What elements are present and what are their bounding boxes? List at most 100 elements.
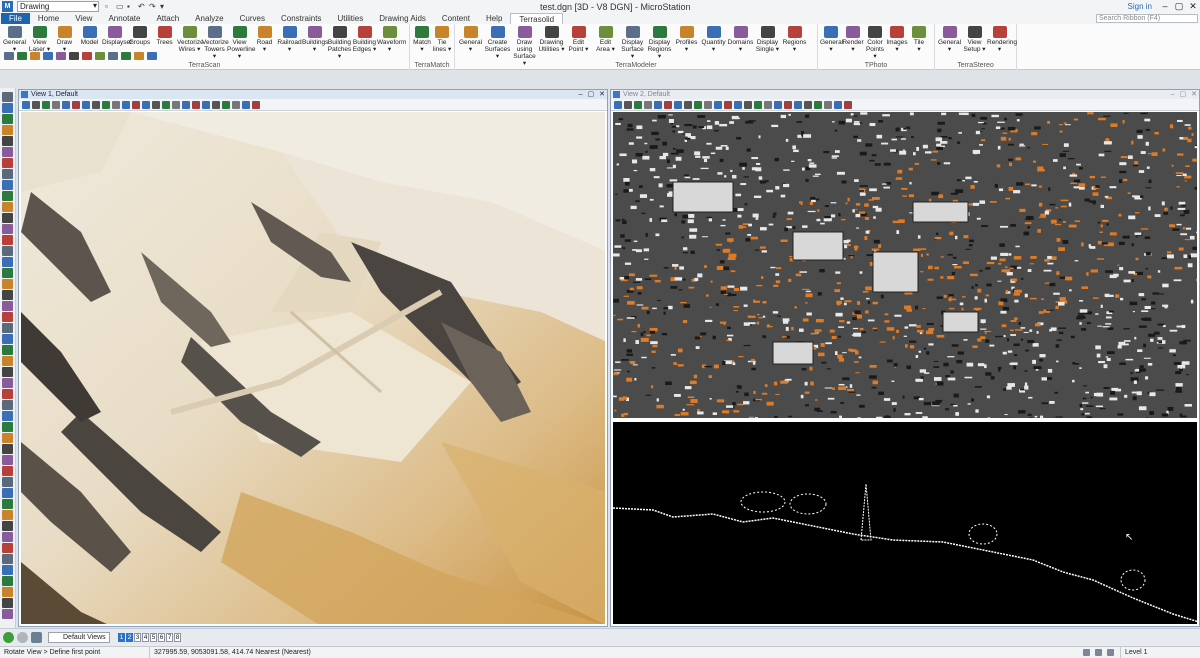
ribbon-button-edit-point[interactable]: Edit Point ▾ [565, 26, 592, 56]
view-tool-icon[interactable] [152, 101, 160, 109]
ribbon-button-building-patches[interactable]: Building Patches ▾ [327, 26, 352, 60]
palette-tool-icon[interactable] [2, 554, 13, 564]
palette-tool-icon[interactable] [2, 609, 13, 619]
view-tool-icon[interactable] [834, 101, 842, 109]
view-tool-icon[interactable] [192, 101, 200, 109]
status-level[interactable]: Level 1 [1120, 647, 1200, 658]
palette-tool-icon[interactable] [2, 169, 13, 179]
close-icon[interactable]: ✕ [1188, 1, 1198, 12]
view-2-maximize-icon[interactable]: ▢ [1180, 90, 1187, 99]
ribbon-button-road[interactable]: Road ▾ [252, 26, 277, 56]
view-tool-icon[interactable] [32, 101, 40, 109]
ribbon-button-render[interactable]: Render ▾ [842, 26, 864, 56]
view-2-profile-canvas[interactable]: ↖ [613, 422, 1197, 624]
ribbon-button-regions[interactable]: Regions ▾ [781, 26, 808, 56]
view-tool-icon[interactable] [624, 101, 632, 109]
palette-tool-icon[interactable] [2, 466, 13, 476]
view-1-maximize-icon[interactable]: ▢ [588, 90, 595, 99]
undo-icon[interactable]: ↶ [138, 2, 146, 11]
tab-drawing-aids[interactable]: Drawing Aids [371, 13, 434, 24]
small-tool-icon[interactable] [95, 52, 105, 60]
ribbon-button-view-setup[interactable]: View Setup ▾ [962, 26, 987, 56]
ribbon-button-domains[interactable]: Domains ▾ [727, 26, 754, 56]
view-tool-icon[interactable] [142, 101, 150, 109]
ribbon-button-match[interactable]: Match ▾ [412, 26, 432, 56]
view-number-8-button[interactable]: 8 [174, 633, 181, 642]
palette-tool-icon[interactable] [2, 268, 13, 278]
ribbon-button-tile[interactable]: Tile ▾ [908, 26, 930, 56]
view-tool-icon[interactable] [62, 101, 70, 109]
view-tool-icon[interactable] [182, 101, 190, 109]
saved-views-icon[interactable] [31, 632, 42, 643]
ribbon-button-color-points[interactable]: Color Points ▾ [864, 26, 886, 60]
palette-tool-icon[interactable] [2, 367, 13, 377]
small-tool-icon[interactable] [147, 52, 157, 60]
ribbon-button-display-surface[interactable]: Display Surface ▾ [619, 26, 646, 60]
view-tool-icon[interactable] [42, 101, 50, 109]
palette-tool-icon[interactable] [2, 565, 13, 575]
ribbon-button-building-edges[interactable]: Building Edges ▾ [352, 26, 377, 56]
view-tool-icon[interactable] [242, 101, 250, 109]
palette-tool-icon[interactable] [2, 499, 13, 509]
palette-tool-icon[interactable] [2, 576, 13, 586]
palette-tool-icon[interactable] [2, 422, 13, 432]
view-tool-icon[interactable] [222, 101, 230, 109]
palette-tool-icon[interactable] [2, 92, 13, 102]
tab-home[interactable]: Home [30, 13, 67, 24]
view-tool-icon[interactable] [844, 101, 852, 109]
palette-tool-icon[interactable] [2, 477, 13, 487]
ribbon-button-profiles[interactable]: Profiles ▾ [673, 26, 700, 56]
maximize-icon[interactable]: ▢ [1174, 1, 1184, 12]
view-tool-icon[interactable] [824, 101, 832, 109]
view-tool-icon[interactable] [764, 101, 772, 109]
new-file-icon[interactable]: ▫ [105, 2, 113, 11]
minimize-icon[interactable]: – [1160, 1, 1170, 12]
view-tool-icon[interactable] [704, 101, 712, 109]
view-tool-icon[interactable] [724, 101, 732, 109]
small-tool-icon[interactable] [134, 52, 144, 60]
ribbon-button-vectorize-wires[interactable]: Vectorize Wires ▾ [177, 26, 204, 56]
palette-tool-icon[interactable] [2, 532, 13, 542]
ribbon-button-images[interactable]: Images ▾ [886, 26, 908, 56]
workflow-select[interactable]: Drawing [17, 1, 99, 12]
palette-tool-icon[interactable] [2, 323, 13, 333]
palette-tool-icon[interactable] [2, 521, 13, 531]
tab-help[interactable]: Help [478, 13, 510, 24]
view-1-window[interactable]: View 1, Default – ▢ ✕ [18, 89, 608, 627]
view-tool-icon[interactable] [784, 101, 792, 109]
view-number-6-button[interactable]: 6 [158, 633, 165, 642]
view-2-pointcloud-canvas[interactable] [613, 112, 1197, 418]
open-file-icon[interactable]: ▭ [116, 2, 124, 11]
palette-tool-icon[interactable] [2, 213, 13, 223]
view-number-1-button[interactable]: 1 [118, 633, 125, 642]
tab-attach[interactable]: Attach [148, 13, 187, 24]
ribbon-button-edit-area[interactable]: Edit Area ▾ [592, 26, 619, 56]
ribbon-button-view-powerline[interactable]: View Powerline ▾ [227, 26, 256, 60]
tab-analyze[interactable]: Analyze [187, 13, 231, 24]
ribbon-button-drawing-utilities[interactable]: Drawing Utilities ▾ [538, 26, 565, 56]
palette-tool-icon[interactable] [2, 598, 13, 608]
redo-icon[interactable]: ↷ [149, 2, 157, 11]
palette-tool-icon[interactable] [2, 378, 13, 388]
tab-annotate[interactable]: Annotate [100, 13, 148, 24]
palette-tool-icon[interactable] [2, 290, 13, 300]
view-tool-icon[interactable] [744, 101, 752, 109]
view-tool-icon[interactable] [734, 101, 742, 109]
search-ribbon-input[interactable]: Search Ribbon (F4) [1096, 14, 1198, 23]
small-tool-icon[interactable] [108, 52, 118, 60]
tab-file[interactable]: File [1, 13, 30, 24]
tab-view[interactable]: View [67, 13, 100, 24]
view-number-5-button[interactable]: 5 [150, 633, 157, 642]
view-tool-icon[interactable] [814, 101, 822, 109]
ribbon-button-general[interactable]: General ▾ [457, 26, 484, 56]
view-tool-icon[interactable] [82, 101, 90, 109]
forward-nav-icon[interactable] [17, 632, 28, 643]
small-tool-icon[interactable] [43, 52, 53, 60]
palette-tool-icon[interactable] [2, 543, 13, 553]
small-tool-icon[interactable] [69, 52, 79, 60]
view-tool-icon[interactable] [252, 101, 260, 109]
back-nav-icon[interactable] [3, 632, 14, 643]
palette-tool-icon[interactable] [2, 312, 13, 322]
palette-tool-icon[interactable] [2, 433, 13, 443]
palette-tool-icon[interactable] [2, 400, 13, 410]
